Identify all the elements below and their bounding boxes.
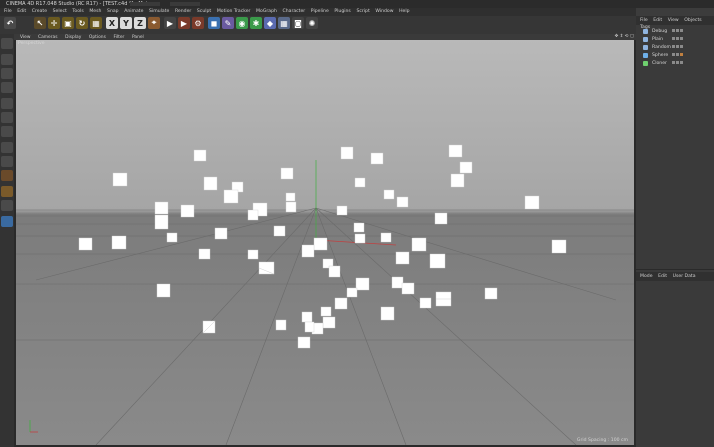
move-icon[interactable]: ✛ [48, 17, 60, 29]
om-menu-file[interactable]: File [640, 18, 648, 23]
menu-animate[interactable]: Animate [124, 9, 143, 14]
menu-motion-tracker[interactable]: Motion Tracker [217, 9, 251, 14]
title-bar: CINEMA 4D R17.048 Studio (RC R17) - [TES… [0, 0, 714, 8]
grid-spacing-readout: Grid Spacing : 100 cm [576, 438, 628, 443]
menu-snap[interactable]: Snap [107, 9, 119, 14]
floor-icon[interactable]: ▦ [278, 17, 290, 29]
menu-window[interactable]: Window [375, 9, 393, 14]
menu-help[interactable]: Help [399, 9, 409, 14]
object-name: Debug [652, 29, 668, 34]
effector-icon [643, 37, 648, 42]
pen-icon[interactable]: ✎ [222, 17, 234, 29]
attr-menu-mode[interactable]: Mode [640, 274, 653, 279]
object-name: Random [652, 45, 672, 50]
menu-render[interactable]: Render [175, 9, 191, 14]
object-manager-menu: File Edit View Objects Tags [636, 16, 714, 30]
menu-mograph[interactable]: MoGraph [256, 9, 277, 14]
render-settings-icon[interactable]: ⚙ [192, 17, 204, 29]
camera-label: Perspective [18, 41, 45, 46]
rotate-icon[interactable]: ↻ [76, 17, 88, 29]
om-menu-view[interactable]: View [668, 18, 679, 23]
title-tab-ghost [170, 2, 200, 6]
scale-icon[interactable]: ▣ [62, 17, 74, 29]
perspective-viewport[interactable]: Perspective Grid Spacing : 100 cm [16, 40, 634, 445]
menu-mesh[interactable]: Mesh [89, 9, 101, 14]
menu-file[interactable]: File [4, 9, 12, 14]
object-row[interactable]: Sphere [640, 52, 714, 59]
object-row[interactable]: Cloner [640, 60, 714, 67]
solo-icon[interactable] [1, 200, 13, 211]
subdivision-icon[interactable]: ◉ [236, 17, 248, 29]
object-flags[interactable] [672, 37, 686, 42]
left-tool-palette [0, 34, 14, 447]
menu-character[interactable]: Character [283, 9, 306, 14]
object-flags[interactable] [672, 29, 686, 34]
menu-select[interactable]: Select [53, 9, 67, 14]
menu-create[interactable]: Create [32, 9, 47, 14]
cloner-icon [643, 61, 648, 66]
object-row[interactable]: Debug [640, 28, 714, 35]
render-to-picture-viewer-icon[interactable]: ▶ [178, 17, 190, 29]
polygons-mode-icon[interactable] [1, 126, 13, 137]
object-name: Plain [652, 37, 664, 42]
null-object-icon [643, 29, 648, 34]
make-editable-icon[interactable] [1, 38, 13, 49]
sphere-icon [643, 53, 648, 58]
deformer-icon[interactable]: ◆ [264, 17, 276, 29]
object-flags[interactable] [672, 45, 686, 50]
title-tab-ghost [130, 2, 160, 6]
workplane-icon[interactable] [1, 82, 13, 93]
tweak-mode-icon[interactable] [1, 156, 13, 167]
viewport-nav-icons[interactable]: ✥ ⇕ ⟲ ▢ [615, 34, 634, 39]
object-manager-panel: File Edit View Objects Tags Debug Plain … [636, 16, 714, 447]
y-axis-lock-button[interactable]: Y [120, 17, 132, 29]
object-name: Cloner [652, 61, 667, 66]
menu-pipeline[interactable]: Pipeline [311, 9, 329, 14]
menu-edit[interactable]: Edit [17, 9, 26, 14]
menu-script[interactable]: Script [356, 9, 369, 14]
array-icon[interactable]: ✱ [250, 17, 262, 29]
menu-plugins[interactable]: Plugins [334, 9, 350, 14]
camera-icon[interactable]: ◙ [292, 17, 304, 29]
om-menu-edit[interactable]: Edit [653, 18, 662, 23]
edges-mode-icon[interactable] [1, 112, 13, 123]
z-axis-lock-button[interactable]: Z [134, 17, 146, 29]
menu-simulate[interactable]: Simulate [149, 9, 169, 14]
viewport-panel: View Cameras Display Options Filter Pane… [14, 34, 636, 447]
viewport-scene [16, 40, 634, 445]
menu-tools[interactable]: Tools [72, 9, 83, 14]
cube-icon[interactable]: ◼ [208, 17, 220, 29]
attr-menu-edit[interactable]: Edit [658, 274, 667, 279]
object-flags[interactable] [672, 53, 686, 58]
main-menu-bar: File Edit Create Select Tools Mesh Snap … [0, 8, 636, 16]
model-mode-icon[interactable] [1, 54, 13, 65]
attributes-menu: Mode Edit User Data [636, 272, 714, 281]
recent-tool-icon[interactable]: ▦ [90, 17, 102, 29]
light-icon[interactable]: ✺ [306, 17, 318, 29]
window-title: CINEMA 4D R17.048 Studio (RC R17) - [TES… [6, 1, 151, 7]
attr-menu-user-data[interactable]: User Data [673, 274, 696, 279]
object-row[interactable]: Random [640, 44, 714, 51]
main-toolbar: ↶ ↖ ✛ ▣ ↻ ▦ X Y Z ⌖ ▶ ▶ ⚙ ◼ ✎ ◉ ✱ ◆ ▦ ◙ … [0, 16, 636, 34]
object-row[interactable]: Plain [640, 36, 714, 43]
effector-icon [643, 45, 648, 50]
menu-sculpt[interactable]: Sculpt [197, 9, 211, 14]
object-name: Sphere [652, 53, 669, 58]
points-mode-icon[interactable] [1, 98, 13, 109]
undo-icon[interactable]: ↶ [4, 17, 16, 29]
om-menu-objects[interactable]: Objects [684, 18, 701, 23]
live-selection-icon[interactable]: ↖ [34, 17, 46, 29]
floor-plane-icon[interactable] [1, 216, 13, 227]
coordinate-system-icon[interactable]: ⌖ [148, 17, 160, 29]
snap-icon[interactable] [1, 170, 13, 181]
x-axis-lock-button[interactable]: X [106, 17, 118, 29]
render-view-icon[interactable]: ▶ [164, 17, 176, 29]
workplane-lock-icon[interactable] [1, 186, 13, 197]
texture-mode-icon[interactable] [1, 68, 13, 79]
panel-divider[interactable] [636, 269, 714, 270]
object-flags[interactable] [672, 61, 686, 66]
axis-mode-icon[interactable] [1, 142, 13, 153]
